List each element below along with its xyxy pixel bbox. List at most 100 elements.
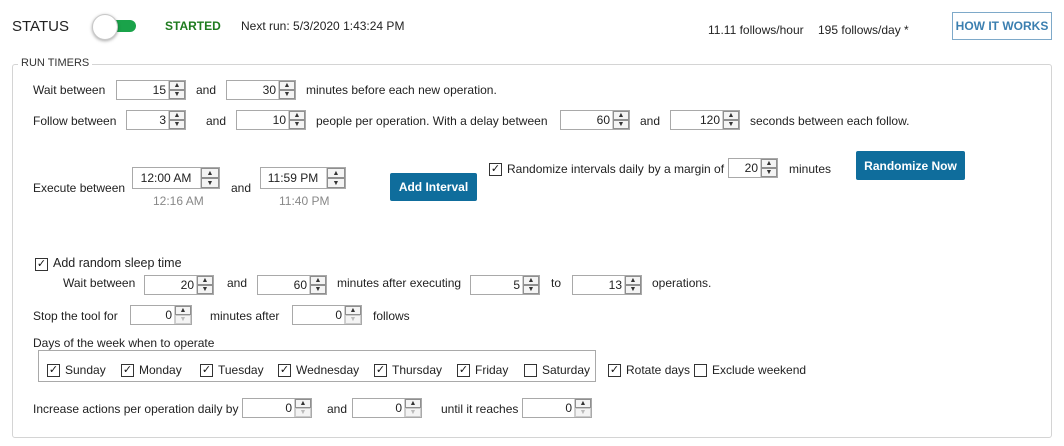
execute-start-time[interactable]: 12:00 AM ▲ ▼ — [132, 167, 220, 189]
day-checkbox-saturday[interactable] — [524, 364, 537, 377]
day-label-sunday: Sunday — [65, 363, 106, 377]
rotate-days-checkbox[interactable]: ✓ — [608, 364, 621, 377]
delay-min-value[interactable]: 60 — [561, 111, 612, 129]
arrow-down-icon[interactable]: ▼ — [295, 408, 311, 417]
arrow-up-icon[interactable]: ▲ — [761, 159, 777, 168]
wait-min-spinner[interactable]: 15 ▲ ▼ — [116, 80, 186, 100]
arrow-down-icon[interactable]: ▼ — [523, 285, 539, 294]
ops-min-value[interactable]: 5 — [471, 276, 522, 294]
arrow-up-icon[interactable]: ▲ — [625, 276, 641, 285]
arrow-up-icon[interactable]: ▲ — [405, 399, 421, 408]
arrow-down-icon[interactable]: ▼ — [405, 408, 421, 417]
follow-min-spinner[interactable]: 3 ▲ ▼ — [126, 110, 186, 130]
sleep-max-spinner[interactable]: 60 ▲ ▼ — [257, 275, 327, 295]
check-icon: ✓ — [48, 364, 59, 376]
follow-min-value[interactable]: 3 — [127, 111, 168, 129]
execute-end-value[interactable]: 11:59 PM — [261, 168, 325, 188]
sleep-min-value[interactable]: 20 — [145, 276, 196, 294]
day-label-thursday: Thursday — [392, 363, 443, 377]
randomize-now-button[interactable]: Randomize Now — [856, 151, 965, 180]
increase-b-value[interactable]: 0 — [353, 399, 404, 417]
arrow-down-icon[interactable]: ▼ — [201, 178, 219, 188]
arrow-up-icon[interactable]: ▲ — [169, 81, 185, 90]
run-timers-legend: RUN TIMERS — [18, 57, 93, 69]
stop-follows-spinner[interactable]: 0 ▲ ▼ — [292, 305, 362, 325]
day-checkbox-friday[interactable]: ✓ — [457, 364, 470, 377]
sleep-max-value[interactable]: 60 — [258, 276, 309, 294]
arrow-down-icon[interactable]: ▼ — [327, 178, 345, 188]
execute-end-time[interactable]: 11:59 PM ▲ ▼ — [260, 167, 346, 189]
arrow-down-icon[interactable]: ▼ — [761, 168, 777, 177]
arrow-down-icon[interactable]: ▼ — [625, 285, 641, 294]
arrow-up-icon[interactable]: ▲ — [295, 399, 311, 408]
arrow-up-icon[interactable]: ▲ — [201, 168, 219, 178]
ops-min-spinner[interactable]: 5 ▲ ▼ — [470, 275, 540, 295]
stop-follows-value[interactable]: 0 — [293, 306, 344, 324]
follow-max-spinner[interactable]: 10 ▲ ▼ — [236, 110, 306, 130]
increase-c-spinner[interactable]: 0 ▲ ▼ — [522, 398, 592, 418]
arrow-down-icon[interactable]: ▼ — [289, 120, 305, 129]
wait-max-value[interactable]: 30 — [227, 81, 278, 99]
arrow-up-icon[interactable]: ▲ — [723, 111, 739, 120]
arrow-up-icon[interactable]: ▲ — [327, 168, 345, 178]
sleep-min-spinner[interactable]: 20 ▲ ▼ — [144, 275, 214, 295]
status-toggle[interactable] — [90, 14, 138, 40]
execute-start-value[interactable]: 12:00 AM — [133, 168, 199, 188]
follow-max-value[interactable]: 10 — [237, 111, 288, 129]
arrow-up-icon[interactable]: ▲ — [175, 306, 191, 315]
arrow-up-icon[interactable]: ▲ — [345, 306, 361, 315]
wait-min-value[interactable]: 15 — [117, 81, 168, 99]
arrow-down-icon[interactable]: ▼ — [197, 285, 213, 294]
arrow-up-icon[interactable]: ▲ — [279, 81, 295, 90]
stop-suffix: follows — [373, 309, 410, 323]
arrow-up-icon[interactable]: ▲ — [613, 111, 629, 120]
increase-a-spinner[interactable]: 0 ▲ ▼ — [242, 398, 312, 418]
arrow-down-icon[interactable]: ▼ — [723, 120, 739, 129]
arrow-down-icon[interactable]: ▼ — [175, 315, 191, 324]
arrow-up-icon[interactable]: ▲ — [169, 111, 185, 120]
day-checkbox-wednesday[interactable]: ✓ — [278, 364, 291, 377]
follows-per-day: 195 follows/day * — [818, 23, 909, 37]
increase-c-value[interactable]: 0 — [523, 399, 574, 417]
delay-and-label: and — [640, 114, 661, 128]
exclude-weekend-checkbox[interactable] — [694, 364, 707, 377]
delay-max-spinner[interactable]: 120 ▲ ▼ — [670, 110, 740, 130]
arrow-down-icon[interactable]: ▼ — [279, 90, 295, 99]
day-label-tuesday: Tuesday — [218, 363, 264, 377]
check-icon: ✓ — [122, 364, 133, 376]
randomize-checkbox[interactable]: ✓ — [489, 163, 502, 176]
toggle-knob[interactable] — [92, 14, 118, 40]
arrow-up-icon[interactable]: ▲ — [523, 276, 539, 285]
day-checkbox-thursday[interactable]: ✓ — [374, 364, 387, 377]
ops-max-value[interactable]: 13 — [573, 276, 624, 294]
arrow-down-icon[interactable]: ▼ — [169, 120, 185, 129]
day-checkbox-sunday[interactable]: ✓ — [47, 364, 60, 377]
increase-a-value[interactable]: 0 — [243, 399, 294, 417]
arrow-up-icon[interactable]: ▲ — [575, 399, 591, 408]
check-icon: ✓ — [279, 364, 290, 376]
margin-unit: minutes — [789, 162, 832, 176]
arrow-down-icon[interactable]: ▼ — [575, 408, 591, 417]
sleep-after-label: minutes after executing — [337, 276, 462, 290]
add-interval-button[interactable]: Add Interval — [390, 173, 477, 201]
how-it-works-button[interactable]: HOW IT WORKS — [952, 12, 1052, 40]
stop-minutes-spinner[interactable]: 0 ▲ ▼ — [130, 305, 192, 325]
wait-max-spinner[interactable]: 30 ▲ ▼ — [226, 80, 296, 100]
arrow-up-icon[interactable]: ▲ — [197, 276, 213, 285]
delay-max-value[interactable]: 120 — [671, 111, 722, 129]
arrow-up-icon[interactable]: ▲ — [289, 111, 305, 120]
ops-max-spinner[interactable]: 13 ▲ ▼ — [572, 275, 642, 295]
margin-value[interactable]: 20 — [729, 159, 760, 177]
arrow-down-icon[interactable]: ▼ — [310, 285, 326, 294]
increase-b-spinner[interactable]: 0 ▲ ▼ — [352, 398, 422, 418]
arrow-up-icon[interactable]: ▲ — [310, 276, 326, 285]
arrow-down-icon[interactable]: ▼ — [169, 90, 185, 99]
arrow-down-icon[interactable]: ▼ — [345, 315, 361, 324]
day-checkbox-tuesday[interactable]: ✓ — [200, 364, 213, 377]
day-checkbox-monday[interactable]: ✓ — [121, 364, 134, 377]
delay-min-spinner[interactable]: 60 ▲ ▼ — [560, 110, 630, 130]
arrow-down-icon[interactable]: ▼ — [613, 120, 629, 129]
margin-spinner[interactable]: 20 ▲ ▼ — [728, 158, 778, 178]
sleep-checkbox[interactable]: ✓ — [35, 258, 48, 271]
stop-minutes-value[interactable]: 0 — [131, 306, 174, 324]
